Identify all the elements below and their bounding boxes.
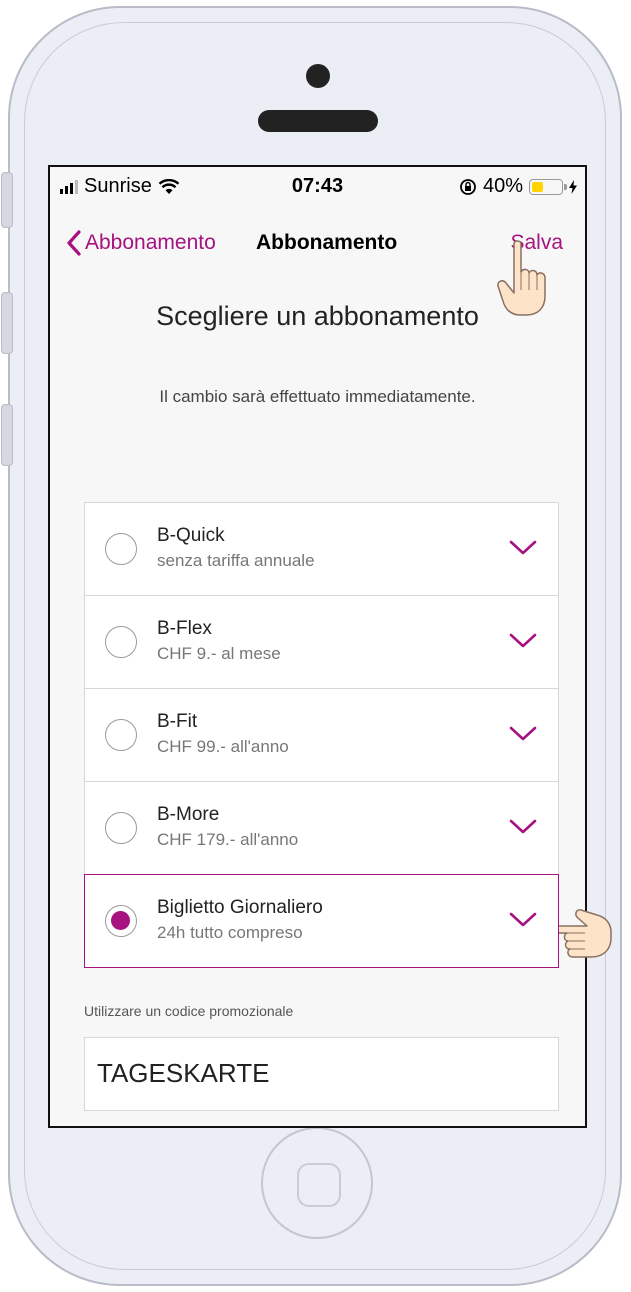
plan-description: CHF 99.- all'anno [157, 737, 289, 756]
chevron-down-icon[interactable] [508, 818, 538, 836]
radio-button[interactable] [105, 626, 137, 658]
plan-name: B-Quick [157, 525, 225, 546]
promo-code-field[interactable]: TAGESKARTE [84, 1037, 559, 1111]
plan-option-biglietto-giornaliero[interactable]: Biglietto Giornaliero 24h tutto compreso [84, 874, 559, 968]
info-text: Il cambio sarà effettuato immediatamente… [159, 387, 476, 406]
promo-code-label: Utilizzare un codice promozionale [84, 1003, 294, 1019]
home-button[interactable] [261, 1127, 373, 1239]
rotation-lock-icon [460, 178, 476, 195]
page-title: Abbonamento [256, 231, 398, 254]
battery-icon [529, 178, 567, 195]
back-label: Abbonamento [85, 231, 216, 254]
chevron-left-icon [67, 230, 81, 256]
plan-description: CHF 179.- all'anno [157, 830, 299, 849]
back-button[interactable]: Abbonamento [66, 229, 216, 257]
plan-name: B-Flex [157, 618, 212, 639]
plan-option-b-quick[interactable]: B-Quick senza tariffa annuale [84, 502, 559, 596]
radio-button[interactable] [105, 905, 137, 937]
radio-button[interactable] [105, 533, 137, 565]
pointing-hand-icon [497, 240, 546, 316]
front-camera [306, 64, 330, 88]
plan-name: Biglietto Giornaliero [157, 897, 323, 918]
status-bar: Sunrise 07:43 40% [50, 167, 585, 207]
plan-name: B-Fit [157, 711, 198, 732]
battery-percent: 40% [482, 175, 523, 197]
plan-description: 24h tutto compreso [157, 923, 303, 942]
plan-option-b-fit[interactable]: B-Fit CHF 99.- all'anno [84, 688, 559, 782]
volume-down-button [1, 404, 13, 466]
chevron-down-icon[interactable] [508, 632, 538, 650]
mute-switch [1, 172, 13, 228]
chevron-down-icon[interactable] [508, 911, 538, 929]
plan-list: B-Quick senza tariffa annuale B-Flex CHF… [84, 502, 559, 968]
plan-option-b-more[interactable]: B-More CHF 179.- all'anno [84, 781, 559, 875]
charging-icon [569, 179, 577, 194]
plan-description: senza tariffa annuale [157, 551, 315, 570]
volume-up-button [1, 292, 13, 354]
chevron-down-icon[interactable] [508, 725, 538, 743]
plan-name: B-More [157, 804, 220, 825]
plan-option-b-flex[interactable]: B-Flex CHF 9.- al mese [84, 595, 559, 689]
earpiece-speaker [258, 110, 378, 132]
radio-button[interactable] [105, 812, 137, 844]
radio-button[interactable] [105, 719, 137, 751]
plan-description: CHF 9.- al mese [157, 644, 281, 663]
chevron-down-icon[interactable] [508, 539, 538, 557]
